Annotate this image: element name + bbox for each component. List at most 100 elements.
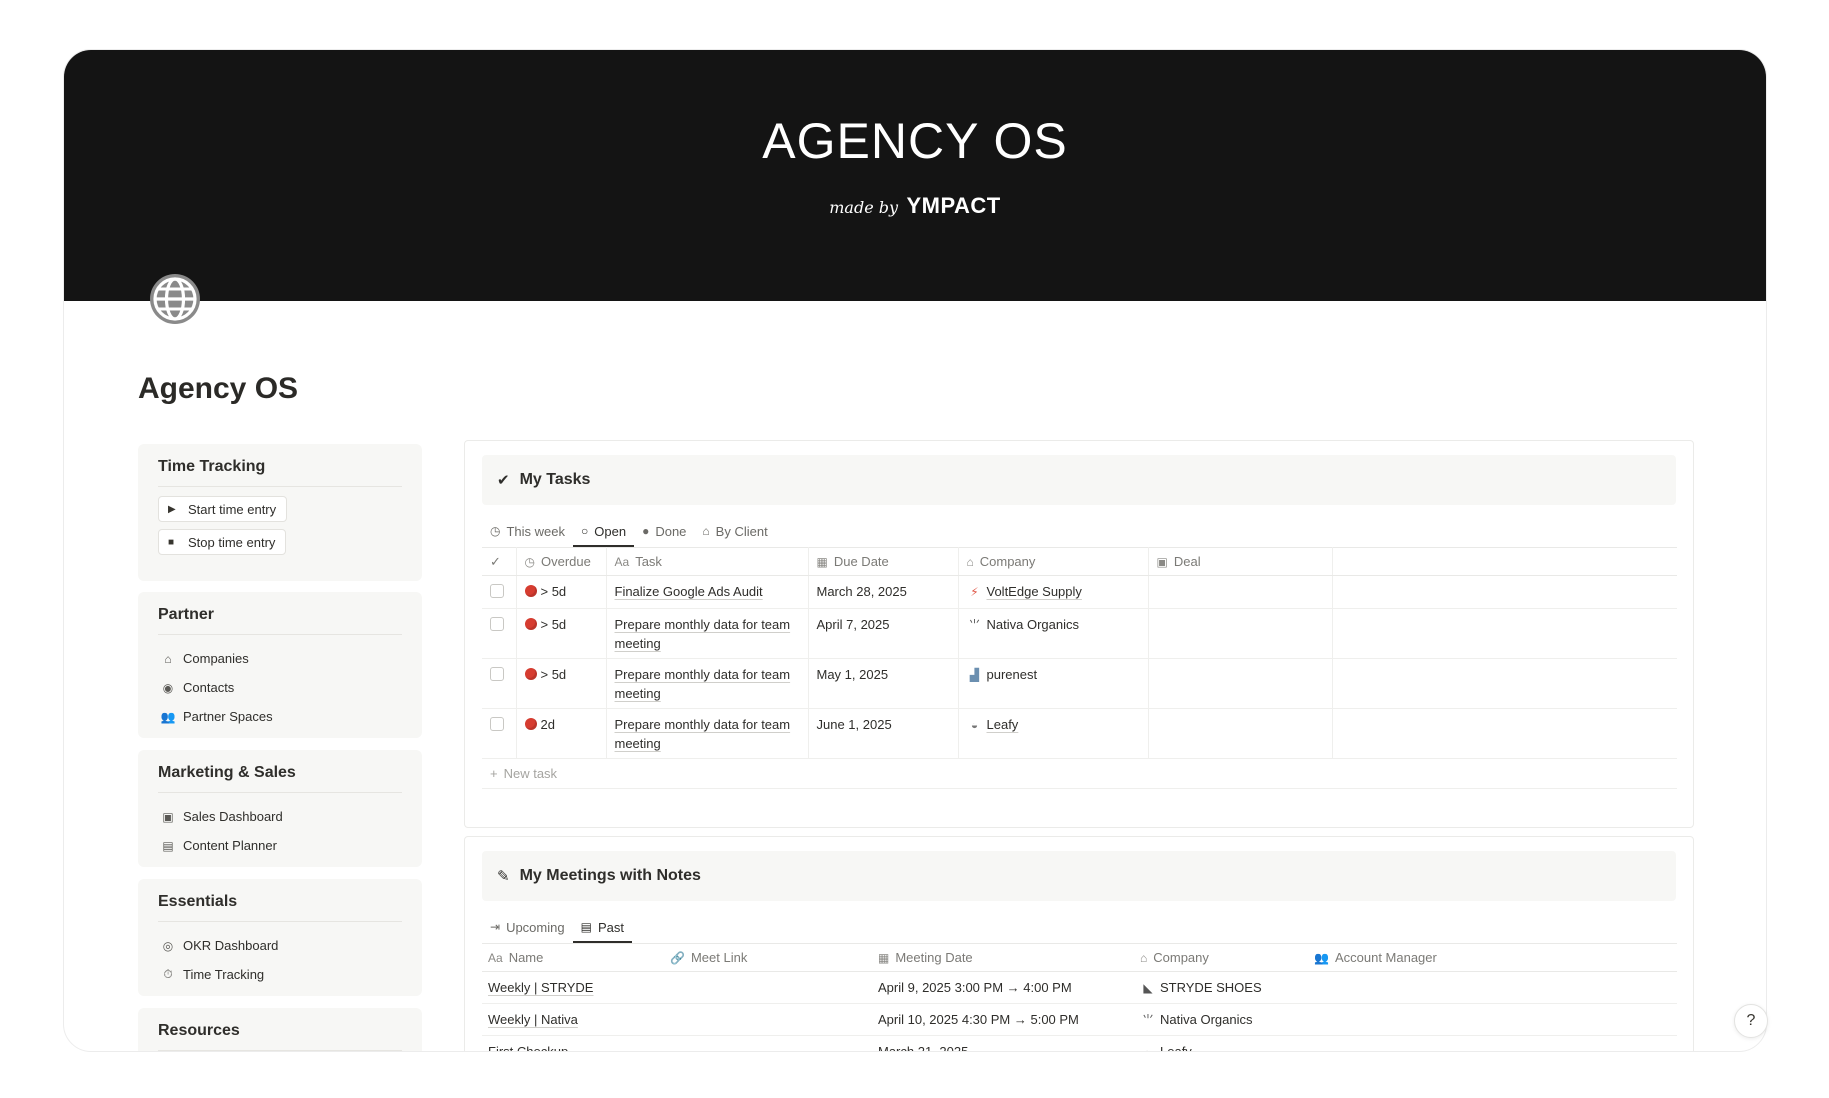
sidebar-item-companies[interactable]: ⌂ Companies <box>158 644 402 673</box>
overdue-cell: 2d <box>516 708 607 759</box>
company-cell[interactable]: ◣ STRYDE SHOES <box>1132 971 1306 1004</box>
deal-cell[interactable] <box>1148 708 1333 759</box>
column-header-done[interactable]: ✓ <box>482 547 517 576</box>
cover-title: AGENCY OS <box>762 113 1068 169</box>
column-header-account-manager[interactable]: 👥 Account Manager <box>1306 943 1677 972</box>
company-cell[interactable]: ▟ purenest <box>958 658 1149 709</box>
home-icon: ⌂ <box>1140 951 1148 965</box>
meet-link-cell[interactable] <box>662 1035 870 1051</box>
tab-by-client[interactable]: ⌂ By Client <box>694 516 775 546</box>
deal-cell[interactable] <box>1148 575 1333 609</box>
company-cell[interactable]: ◒ Leafy <box>1132 1035 1306 1052</box>
start-time-entry-button[interactable]: ▶ Start time entry <box>158 496 288 522</box>
task-cell[interactable]: Prepare monthly data for team meeting <box>606 608 809 659</box>
meet-link-cell[interactable] <box>662 1003 870 1036</box>
meeting-name-cell[interactable]: Weekly | STRYDE <box>482 971 662 1004</box>
company-link[interactable]: VoltEdge Supply <box>987 584 1082 599</box>
due-date-cell[interactable]: May 1, 2025 <box>808 658 959 709</box>
meeting-name[interactable]: Weekly | Nativa <box>488 1012 578 1027</box>
column-label: Task <box>635 554 662 569</box>
account-manager-cell[interactable] <box>1306 1035 1677 1051</box>
table-row[interactable]: 2d Prepare monthly data for team meeting… <box>482 708 1677 759</box>
table-row[interactable]: Weekly | Nativa April 10, 2025 4:30 PM →… <box>482 1003 1677 1036</box>
due-date-cell[interactable]: April 7, 2025 <box>808 608 959 659</box>
meeting-name[interactable]: Weekly | STRYDE <box>488 980 593 995</box>
company-cell[interactable]: ⺌ Nativa Organics <box>958 608 1149 659</box>
sidebar-item-sales-dashboard[interactable]: ▣ Sales Dashboard <box>158 802 402 831</box>
meeting-name[interactable]: First Checkup <box>488 1044 568 1051</box>
table-row[interactable]: > 5d Prepare monthly data for team meeti… <box>482 658 1677 709</box>
sidebar-item-partner-spaces[interactable]: 👥 Partner Spaces <box>158 702 402 731</box>
help-button[interactable]: ? <box>1734 1004 1768 1038</box>
company-link[interactable]: STRYDE SHOES <box>1160 980 1262 995</box>
account-manager-cell[interactable] <box>1306 1003 1677 1036</box>
column-header-company[interactable]: ⌂ Company <box>1132 943 1306 972</box>
done-checkbox[interactable] <box>490 717 504 731</box>
sidebar-item-okr-dashboard[interactable]: ◎ OKR Dashboard <box>158 931 402 960</box>
brand-name: YMPACT <box>906 193 1001 218</box>
account-manager-cell[interactable] <box>1306 971 1677 1004</box>
tab-done[interactable]: ● Done <box>634 516 694 546</box>
column-header-overdue[interactable]: ◷ Overdue <box>516 547 607 576</box>
task-cell[interactable]: Prepare monthly data for team meeting <box>606 708 809 759</box>
done-checkbox[interactable] <box>490 584 504 598</box>
meeting-date-cell[interactable]: April 10, 2025 4:30 PM → 5:00 PM <box>870 1003 1132 1036</box>
sidebar-item-content-planner[interactable]: ▤ Content Planner <box>158 831 402 860</box>
meeting-date-cell[interactable]: April 9, 2025 3:00 PM → 4:00 PM <box>870 971 1132 1004</box>
red-circle-icon <box>524 718 537 730</box>
table-row[interactable]: > 5d Prepare monthly data for team meeti… <box>482 608 1677 659</box>
meet-link-cell[interactable] <box>662 971 870 1004</box>
column-header-task[interactable]: Aa Task <box>606 547 809 576</box>
deal-cell[interactable] <box>1148 608 1333 659</box>
company-link[interactable]: Nativa Organics <box>1160 1012 1252 1027</box>
resources-card: Resources <box>138 1008 422 1051</box>
task-cell[interactable]: Finalize Google Ads Audit <box>606 575 809 609</box>
meeting-name-cell[interactable]: Weekly | Nativa <box>482 1003 662 1036</box>
play-icon: ▶ <box>168 503 176 515</box>
plus-icon: + <box>490 766 498 781</box>
tab-upcoming[interactable]: ⇥ Upcoming <box>482 912 573 942</box>
due-date-cell[interactable]: June 1, 2025 <box>808 708 959 759</box>
bowl-icon: ◒ <box>1144 1045 1152 1052</box>
due-date-cell[interactable]: March 28, 2025 <box>808 575 959 609</box>
stop-time-entry-button[interactable]: ■ Stop time entry <box>158 529 287 555</box>
company-link[interactable]: Leafy <box>1160 1044 1192 1051</box>
new-task-row[interactable]: + New task <box>482 758 1677 789</box>
column-header-name[interactable]: Aa Name <box>482 943 662 972</box>
task-name[interactable]: Finalize Google Ads Audit <box>615 584 763 599</box>
table-row[interactable]: Weekly | STRYDE April 9, 2025 3:00 PM → … <box>482 971 1677 1004</box>
done-checkbox[interactable] <box>490 617 504 631</box>
deal-cell[interactable] <box>1148 658 1333 709</box>
task-name[interactable]: Prepare monthly data for team meeting <box>615 717 791 751</box>
task-cell[interactable]: Prepare monthly data for team meeting <box>606 658 809 709</box>
done-checkbox[interactable] <box>490 667 504 681</box>
column-label: Meeting Date <box>895 950 973 965</box>
table-row[interactable]: First Checkup March 21, 2025 ◒ Leafy <box>482 1035 1677 1052</box>
company-link[interactable]: Leafy <box>987 717 1019 732</box>
company-link[interactable]: purenest <box>987 667 1038 682</box>
column-header-company[interactable]: ⌂ Company <box>958 547 1149 576</box>
column-header-deal[interactable]: ▣ Deal <box>1148 547 1333 576</box>
meeting-date-cell[interactable]: March 21, 2025 <box>870 1035 1132 1051</box>
sidebar-item-contacts[interactable]: ◉ Contacts <box>158 673 402 702</box>
tab-past[interactable]: ▤ Past <box>572 912 633 943</box>
company-cell[interactable]: ⺌ Nativa Organics <box>1132 1003 1306 1036</box>
money-icon: ▣ <box>1156 555 1168 569</box>
column-header-meet-link[interactable]: 🔗 Meet Link <box>662 943 870 972</box>
company-cell[interactable]: ⚡ VoltEdge Supply <box>958 575 1149 609</box>
task-name[interactable]: Prepare monthly data for team meeting <box>615 617 791 651</box>
task-name[interactable]: Prepare monthly data for team meeting <box>615 667 791 701</box>
column-label: Due Date <box>833 554 889 569</box>
tasks-view-tabs: ◷ This week ○ Open ● Done ⌂ By Client <box>482 516 1676 547</box>
company-link[interactable]: Nativa Organics <box>987 617 1079 632</box>
column-header-due-date[interactable]: ▦ Due Date <box>808 547 959 576</box>
sidebar-item-time-tracking[interactable]: ⏱ Time Tracking <box>158 960 402 989</box>
globe-icon[interactable] <box>147 271 203 327</box>
table-row[interactable]: > 5d Finalize Google Ads Audit March 28,… <box>482 575 1677 609</box>
column-header-meeting-date[interactable]: ▦ Meeting Date <box>870 943 1132 972</box>
meeting-name-cell[interactable]: First Checkup <box>482 1035 662 1051</box>
company-cell[interactable]: ◒ Leafy <box>958 708 1149 759</box>
new-task-button[interactable]: + New task <box>482 758 1677 789</box>
tab-open[interactable]: ○ Open <box>573 516 635 547</box>
tab-this-week[interactable]: ◷ This week <box>482 516 573 546</box>
